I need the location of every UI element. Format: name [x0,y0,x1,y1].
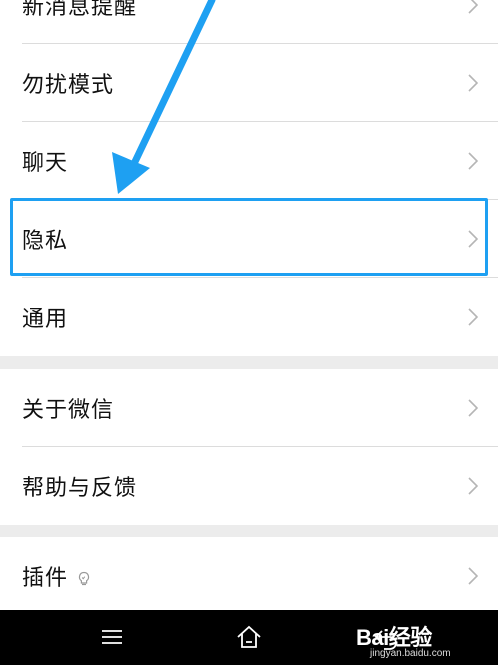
chevron-right-icon [468,399,478,417]
settings-item-about-wechat[interactable]: 关于微信 [0,369,498,447]
chevron-right-icon [468,0,478,14]
plugin-label-text: 插件 [22,566,69,591]
settings-group-3: 插件 [0,537,498,615]
settings-item-plugins[interactable]: 插件 [0,537,498,615]
chevron-right-icon [468,230,478,248]
settings-group-1: 新消息提醒 勿扰模式 聊天 隐私 通用 [0,0,498,356]
settings-screen: 新消息提醒 勿扰模式 聊天 隐私 通用 关于微信 帮助与反馈 插件 [0,0,498,615]
bulb-icon [78,571,90,586]
chevron-right-icon [468,308,478,326]
settings-item-label: 隐私 [22,229,69,254]
settings-item-label: 聊天 [22,151,69,176]
chevron-right-icon [468,152,478,170]
settings-item-label: 插件 [22,560,92,592]
settings-item-label: 新消息提醒 [22,0,138,20]
settings-item-new-message-alerts[interactable]: 新消息提醒 [0,0,498,44]
settings-item-privacy[interactable]: 隐私 [0,200,498,278]
settings-item-do-not-disturb[interactable]: 勿扰模式 [0,44,498,122]
chevron-right-icon [468,567,478,585]
baidu-jingyan-watermark: Bai经验 jingyan.baidu.com [356,616,476,660]
watermark-url: jingyan.baidu.com [370,648,451,659]
settings-item-general[interactable]: 通用 [0,278,498,356]
system-nav-bar: Bai经验 jingyan.baidu.com [0,610,498,665]
settings-item-label: 帮助与反馈 [22,476,138,501]
settings-item-label: 通用 [22,307,69,332]
chevron-right-icon [468,74,478,92]
chevron-right-icon [468,477,478,495]
menu-icon[interactable] [97,622,127,652]
settings-item-help-feedback[interactable]: 帮助与反馈 [0,447,498,525]
settings-item-chat[interactable]: 聊天 [0,122,498,200]
settings-item-label: 勿扰模式 [22,73,115,98]
home-icon[interactable] [234,622,264,652]
settings-group-2: 关于微信 帮助与反馈 [0,369,498,525]
settings-item-label: 关于微信 [22,398,115,423]
